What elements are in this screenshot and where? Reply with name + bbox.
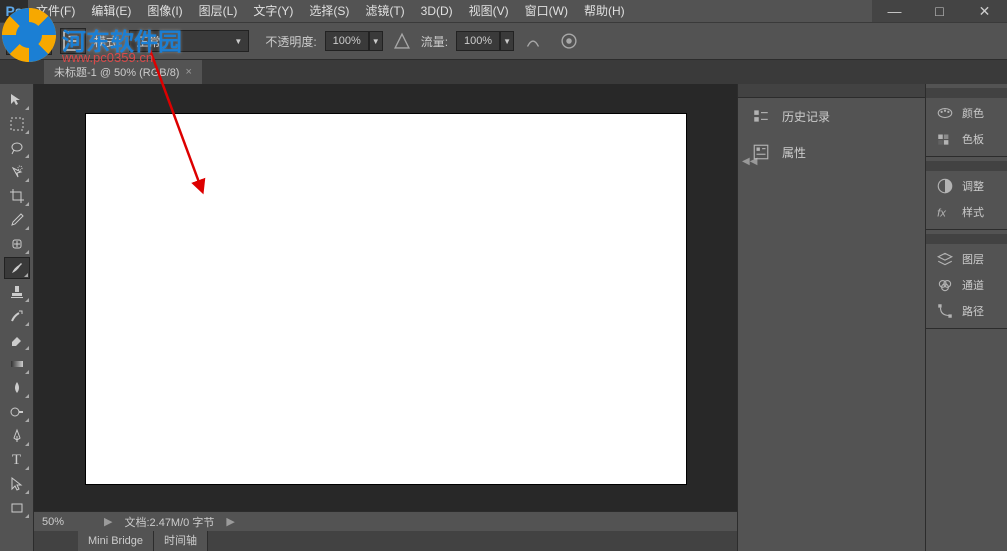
window-close-button[interactable]: ✕ [962,0,1007,22]
brush-panel-toggle[interactable] [60,28,86,54]
menu-bar: Ps 文件(F) 编辑(E) 图像(I) 图层(L) 文字(Y) 选择(S) 滤… [0,0,1007,22]
blend-mode-select[interactable]: 正常▼ [129,30,249,52]
panel-channels[interactable]: 通道 [926,272,1007,298]
opacity-pressure-icon[interactable] [391,30,413,52]
menu-3d[interactable]: 3D(D) [413,0,461,22]
menu-window[interactable]: 窗口(W) [517,0,576,22]
panel-history-label: 历史记录 [782,108,830,125]
ps-logo: Ps [0,0,28,22]
panel-properties[interactable]: 属性 [738,134,925,170]
menu-edit[interactable]: 编辑(E) [83,0,139,22]
dodge-tool[interactable] [4,401,30,423]
tab-timeline[interactable]: 时间轴 [154,531,208,551]
svg-text:fx: fx [937,208,946,220]
lasso-tool[interactable] [4,137,30,159]
rectangle-tool[interactable] [4,497,30,519]
menu-select[interactable]: 选择(S) [301,0,357,22]
panel-adjustments[interactable]: 调整 [926,173,1007,199]
panel-color[interactable]: 颜色 [926,100,1007,126]
icon-panel-column: 颜色 色板 调整 fx 样式 [925,84,1007,551]
blur-tool[interactable] [4,377,30,399]
eraser-tool[interactable] [4,329,30,351]
tab-mini-bridge[interactable]: Mini Bridge [78,531,154,551]
color-icon [936,104,954,122]
zoom-level[interactable]: 50% [42,516,92,528]
adjustments-icon [936,177,954,195]
eyedropper-tool[interactable] [4,209,30,231]
panel-layers[interactable]: 图层 [926,246,1007,272]
airbrush-icon[interactable] [522,30,544,52]
history-icon [752,107,770,125]
stamp-tool[interactable] [4,281,30,303]
layers-icon [936,250,954,268]
brush-dropdown-arrow[interactable]: ▼ [38,27,52,55]
quick-select-tool[interactable] [4,161,30,183]
window-maximize-button[interactable]: □ [917,0,962,22]
brush-tool[interactable] [4,257,30,279]
brush-preset-picker[interactable]: 13 [6,27,38,55]
styles-icon: fx [936,203,954,221]
flow-input[interactable] [456,31,500,51]
status-arrow[interactable]: ▶ [226,515,234,528]
menu-file[interactable]: 文件(F) [28,0,83,22]
marquee-tool[interactable] [4,113,30,135]
document-tab[interactable]: 未标题-1 @ 50% (RGB/8) × [44,60,202,84]
flow-label: 流量: [421,33,448,50]
healing-tool[interactable] [4,233,30,255]
bottom-tab-bar: Mini Bridge 时间轴 [34,531,737,551]
panel-history[interactable]: 历史记录 [738,98,925,134]
path-select-tool[interactable] [4,473,30,495]
crop-tool[interactable] [4,185,30,207]
tools-panel: T [0,84,34,551]
menu-filter[interactable]: 滤镜(T) [357,0,412,22]
pen-tool[interactable] [4,425,30,447]
gradient-tool[interactable] [4,353,30,375]
panel-properties-label: 属性 [782,144,806,161]
properties-icon [752,143,770,161]
history-brush-tool[interactable] [4,305,30,327]
document-tab-title: 未标题-1 @ 50% (RGB/8) [54,64,179,80]
panel-swatches[interactable]: 色板 [926,126,1007,152]
panel-styles[interactable]: fx 样式 [926,199,1007,225]
menu-help[interactable]: 帮助(H) [576,0,633,22]
mode-label: 模式: [94,33,121,50]
canvas-area: 50% ▶ 文档:2.47M/0 字节 ▶ Mini Bridge 时间轴 [34,84,737,551]
menu-image[interactable]: 图像(I) [139,0,190,22]
swatches-icon [936,130,954,148]
menu-type[interactable]: 文字(Y) [245,0,301,22]
panel-column: ◀◀ 历史记录 属性 [737,84,925,551]
paths-icon [936,302,954,320]
move-tool[interactable] [4,89,30,111]
document-canvas[interactable] [86,114,686,484]
status-bar: 50% ▶ 文档:2.47M/0 字节 ▶ [34,511,737,531]
opacity-label: 不透明度: [265,33,316,50]
pressure-size-icon[interactable] [558,30,580,52]
flow-dropdown[interactable]: ▼ [500,31,514,51]
status-icon: ▶ [104,515,112,528]
window-minimize-button[interactable]: — [872,0,917,22]
menu-layer[interactable]: 图层(L) [191,0,246,22]
options-bar: 13 ▼ 模式: 正常▼ 不透明度: ▼ 流量: ▼ [0,22,1007,60]
document-info[interactable]: 文档:2.47M/0 字节 [124,514,214,530]
opacity-dropdown[interactable]: ▼ [369,31,383,51]
opacity-input[interactable] [325,31,369,51]
menu-view[interactable]: 视图(V) [461,0,517,22]
document-tab-bar: 未标题-1 @ 50% (RGB/8) × [0,60,1007,84]
tab-close-button[interactable]: × [185,66,191,78]
panel-paths[interactable]: 路径 [926,298,1007,324]
type-tool[interactable]: T [4,449,30,471]
channels-icon [936,276,954,294]
